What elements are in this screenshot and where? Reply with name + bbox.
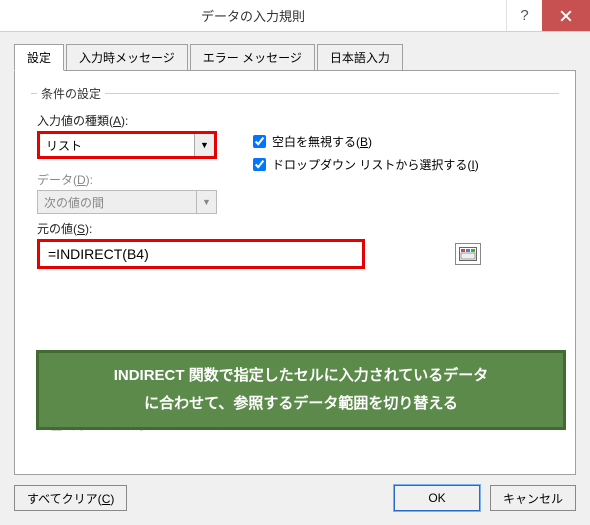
callout-line-1: INDIRECT 関数で指定したセルに入力されているデータ: [114, 362, 489, 391]
source-row: 元の値(S):: [37, 220, 553, 269]
tab-error-message[interactable]: エラー メッセージ: [190, 44, 315, 71]
side-checkboxes: 空白を無視する(B) ドロップダウン リストから選択する(I): [253, 133, 479, 179]
allow-label: 入力値の種類(A):: [37, 112, 553, 129]
help-button[interactable]: ?: [506, 0, 542, 31]
tab-label: 日本語入力: [330, 51, 390, 65]
tab-ime[interactable]: 日本語入力: [317, 44, 403, 71]
tab-input-message[interactable]: 入力時メッセージ: [66, 44, 188, 71]
cancel-button[interactable]: キャンセル: [490, 485, 576, 511]
ignore-blank-row[interactable]: 空白を無視する(B): [253, 133, 479, 150]
dropdown-list-row[interactable]: ドロップダウン リストから選択する(I): [253, 156, 479, 173]
clear-all-button[interactable]: すべてクリア(C): [14, 485, 127, 511]
range-picker-icon: [459, 247, 477, 261]
tab-settings[interactable]: 設定: [14, 44, 64, 71]
range-picker-button[interactable]: [455, 243, 481, 265]
criteria-fieldset: 条件の設定 入力値の種類(A): リスト ▼ 空白を無視する(B) ドロップダウ…: [31, 85, 559, 281]
source-input[interactable]: [37, 239, 365, 269]
dropdown-list-checkbox[interactable]: [253, 158, 266, 171]
allow-select[interactable]: リスト ▼: [37, 131, 217, 159]
explanation-callout: INDIRECT 関数で指定したセルに入力されているデータ に合わせて、参照する…: [36, 350, 566, 430]
data-select-value: 次の値の間: [38, 192, 196, 213]
tab-label: 入力時メッセージ: [79, 51, 175, 65]
chevron-down-icon: ▼: [194, 134, 214, 156]
close-icon: [560, 10, 572, 22]
allow-select-value: リスト: [40, 135, 194, 156]
dialog-body: 設定 入力時メッセージ エラー メッセージ 日本語入力 条件の設定 入力値の種類…: [0, 32, 590, 525]
tab-label: エラー メッセージ: [203, 51, 302, 65]
ignore-blank-label: 空白を無視する(B): [272, 133, 372, 150]
tab-label: 設定: [27, 51, 51, 65]
criteria-legend: 条件の設定: [37, 85, 105, 102]
close-button[interactable]: [542, 0, 590, 31]
callout-line-2: に合わせて、参照するデータ範囲を切り替える: [144, 390, 458, 419]
data-select: 次の値の間 ▼: [37, 190, 217, 214]
dialog-button-row: すべてクリア(C) OK キャンセル: [14, 475, 576, 511]
tab-bar: 設定 入力時メッセージ エラー メッセージ 日本語入力: [14, 44, 576, 71]
dropdown-list-label: ドロップダウン リストから選択する(I): [272, 156, 479, 173]
source-label: 元の値(S):: [37, 220, 553, 237]
ok-button[interactable]: OK: [394, 485, 480, 511]
chevron-down-icon: ▼: [196, 191, 216, 213]
dialog-title: データの入力規則: [0, 6, 506, 25]
ignore-blank-checkbox[interactable]: [253, 135, 266, 148]
titlebar: データの入力規則 ?: [0, 0, 590, 32]
